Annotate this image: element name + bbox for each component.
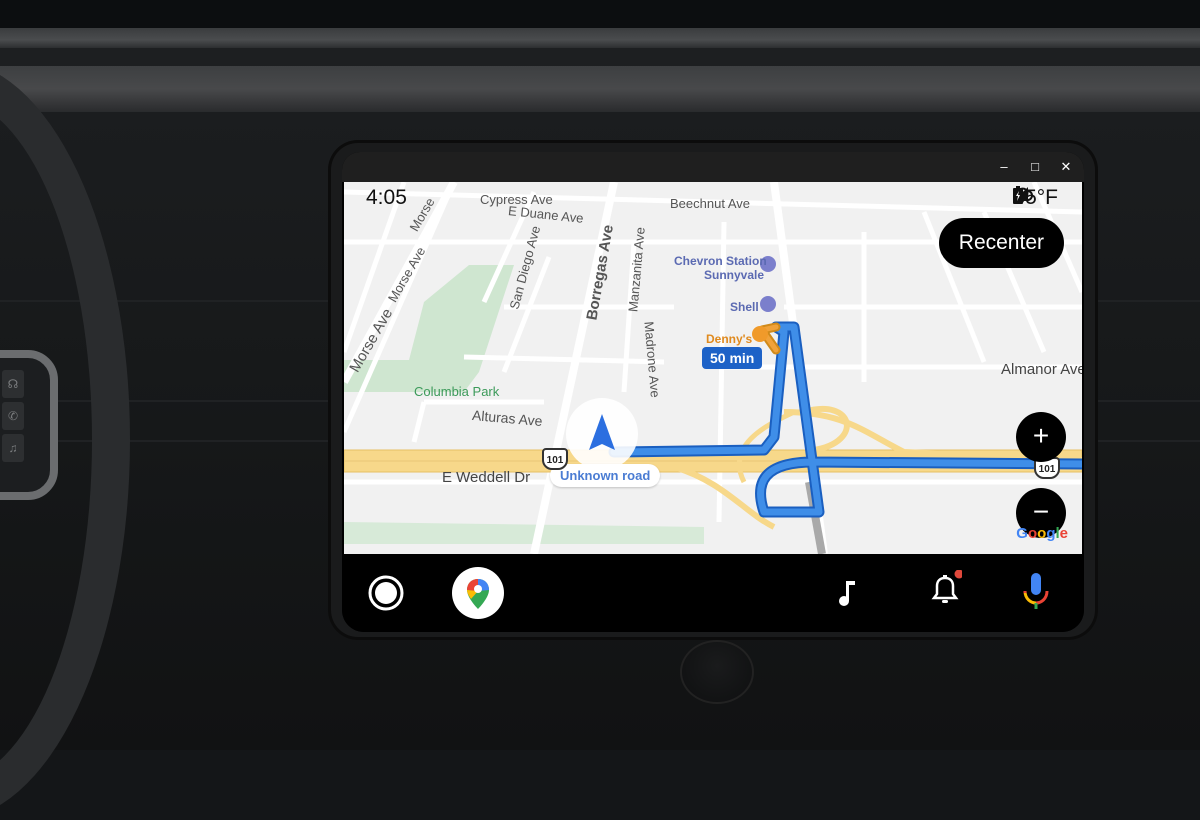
park-strip	[344, 522, 704, 544]
android-auto-navbar	[342, 554, 1084, 632]
maximize-button[interactable]: □	[1025, 157, 1045, 177]
restaurant-pin	[752, 326, 768, 342]
clock: 4:05	[366, 186, 407, 209]
notifications-button[interactable]	[928, 569, 964, 613]
music-note-icon	[839, 581, 855, 606]
minimize-button[interactable]: –	[994, 157, 1014, 177]
console-knob	[680, 640, 754, 704]
street-label: E Weddell Dr	[442, 469, 531, 486]
poi-label-shell[interactable]: Shell	[730, 300, 759, 314]
home-circle-icon	[368, 575, 404, 611]
highway-shield: 101	[542, 448, 568, 470]
voice-command-icon: ☊	[2, 370, 24, 398]
google-attribution: Google	[1016, 525, 1068, 542]
current-road-label: Unknown road	[550, 464, 661, 487]
zoom-in-button[interactable]: +	[1016, 412, 1066, 462]
window-titlebar: – □ ✕	[342, 152, 1084, 182]
google-maps-icon	[467, 579, 489, 609]
status-indicators: 35°F	[1013, 186, 1058, 210]
poi-label-dennys[interactable]: Denny's	[706, 332, 752, 346]
music-app-button[interactable]	[836, 578, 858, 613]
dashboard-trim-lower	[0, 66, 1200, 112]
recenter-button[interactable]: Recenter	[938, 218, 1064, 268]
map-view[interactable]: Cypress Ave E Duane Ave Beechnut Ave Mor…	[344, 182, 1082, 554]
steering-wheel-controls: ☊ ✆ ♫	[0, 350, 58, 500]
android-auto-screen: – □ ✕ Cypress Ave E Duane Ave Beechnut A…	[342, 152, 1084, 632]
dashboard-trim-upper	[0, 28, 1200, 48]
street-label: Beechnut Ave	[670, 196, 750, 211]
phone-icon: ✆	[2, 402, 24, 430]
dashboard-top	[0, 0, 1200, 30]
poi-label-chevron-city: Sunnyvale	[704, 268, 765, 282]
dashboard-groove	[0, 48, 1200, 66]
street-label: Almanor Ave	[1001, 361, 1082, 378]
home-button[interactable]	[368, 575, 404, 616]
voice-assistant-button[interactable]	[1022, 571, 1050, 616]
music-note-icon: ♫	[2, 434, 24, 462]
notification-dot	[954, 569, 964, 579]
close-button[interactable]: ✕	[1056, 157, 1076, 177]
gas-station-pin	[760, 296, 776, 312]
eta-badge: 50 min	[702, 347, 763, 369]
park-label: Columbia Park	[414, 384, 500, 399]
poi-label-chevron[interactable]: Chevron Station	[674, 254, 767, 268]
microphone-icon	[1023, 573, 1049, 609]
notification-bell-icon	[931, 569, 964, 603]
battery-charging-icon	[1013, 186, 1024, 204]
google-maps-app-button[interactable]	[452, 567, 504, 619]
